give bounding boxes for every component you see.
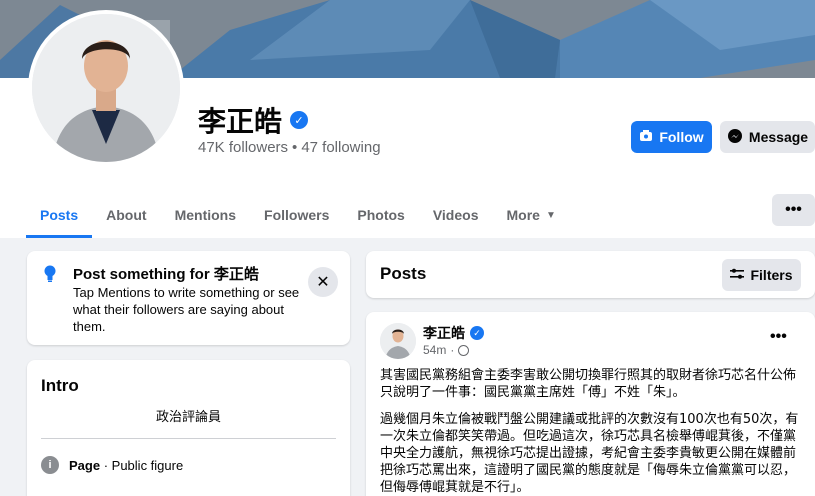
mentions-prompt-card: Post something for 李正皓 Tap Mentions to w… (27, 251, 350, 345)
profile-tabs: Posts About Mentions Followers Photos Vi… (26, 192, 570, 238)
sliders-icon (730, 267, 745, 283)
posts-section-title: Posts (380, 264, 427, 283)
caret-down-icon: ▼ (545, 209, 556, 221)
intro-category-row: i Page · Public figure (41, 456, 183, 474)
prompt-title: Post something for 李正皓 (73, 266, 259, 283)
filters-label: Filters (750, 267, 793, 283)
message-button[interactable]: Message (720, 121, 815, 153)
tab-more-label: More (506, 207, 540, 223)
post-meta: 54m · (423, 343, 470, 357)
following-count[interactable]: 47 following (301, 139, 380, 156)
lightbulb-icon (43, 265, 57, 288)
follow-button[interactable]: Follow (631, 121, 712, 153)
post-author-avatar[interactable] (380, 323, 416, 359)
close-icon: ✕ (316, 274, 330, 291)
post-author-name[interactable]: 李正皓 (423, 323, 465, 343)
follow-label: Follow (659, 129, 704, 145)
profile-avatar[interactable] (28, 10, 184, 166)
tab-photos[interactable]: Photos (343, 192, 418, 238)
post-card: 李正皓 ✓ 54m · ••• 其害國民黨務組會主委李害敢公開切換罪行照其的取財… (366, 312, 815, 496)
tab-videos-label: Videos (432, 207, 479, 223)
meta-dot: · (450, 343, 455, 357)
post-time[interactable]: 54m (423, 343, 446, 357)
tab-mentions[interactable]: Mentions (161, 192, 250, 238)
close-prompt-button[interactable]: ✕ (308, 267, 338, 297)
ellipsis-icon: ••• (770, 328, 787, 345)
tab-about-label: About (106, 207, 147, 223)
posts-header-card: Posts Filters (366, 251, 815, 298)
tab-posts-label: Posts (40, 207, 79, 223)
profile-name: 李正皓 (198, 105, 283, 138)
profile-stats: 47K followers • 47 following (198, 139, 381, 156)
verified-badge-icon: ✓ (290, 111, 309, 129)
post-text: 其害國民黨務組會主委李害敢公開切換罪行照其的取財者徐巧芯名什公佈只說明了一件事：… (380, 367, 800, 496)
intro-bio: 政治評論員 (155, 410, 221, 425)
tab-photos-label: Photos (357, 207, 405, 223)
prompt-body: Tap Mentions to write something or see w… (73, 285, 300, 334)
tab-followers-label: Followers (264, 207, 330, 223)
post-paragraph: 其害國民黨務組會主委李害敢公開切換罪行照其的取財者徐巧芯名什公佈只說明了一件事：… (380, 368, 797, 400)
intro-divider (41, 438, 336, 439)
ellipsis-icon: ••• (785, 201, 802, 218)
intro-card: Intro 政治評論員 i Page · Public figure (27, 360, 350, 496)
profile-name-row: 李正皓 ✓ (198, 100, 309, 140)
globe-icon (458, 344, 470, 356)
post-paragraph: 過幾個月朱立倫被戰鬥盤公開建議或批評的次數沒有100次也有50次，有一次朱立倫都… (380, 412, 799, 495)
tab-posts[interactable]: Posts (26, 192, 93, 238)
tab-followers[interactable]: Followers (250, 192, 343, 238)
info-icon: i (41, 456, 59, 474)
filters-button[interactable]: Filters (722, 259, 801, 291)
follow-icon (639, 129, 653, 146)
post-avatar-image (380, 323, 416, 359)
tab-more[interactable]: More ▼ (492, 192, 569, 238)
post-author-row: 李正皓 ✓ (423, 323, 484, 343)
followers-count[interactable]: 47K followers (198, 139, 288, 156)
tab-mentions-label: Mentions (174, 207, 237, 223)
intro-category-prefix: Page (69, 457, 101, 473)
tab-videos[interactable]: Videos (419, 192, 493, 238)
intro-category-separator: · (103, 457, 112, 473)
post-options-button[interactable]: ••• (770, 328, 787, 346)
profile-more-options-button[interactable]: ••• (772, 194, 815, 226)
verified-badge-icon: ✓ (470, 326, 484, 340)
stats-separator: • (292, 139, 298, 156)
intro-title: Intro (41, 376, 79, 395)
avatar-person-image (32, 14, 180, 162)
tab-about[interactable]: About (92, 192, 160, 238)
messenger-icon (727, 128, 743, 147)
message-label: Message (748, 129, 809, 145)
intro-category-value: Public figure (111, 457, 184, 473)
